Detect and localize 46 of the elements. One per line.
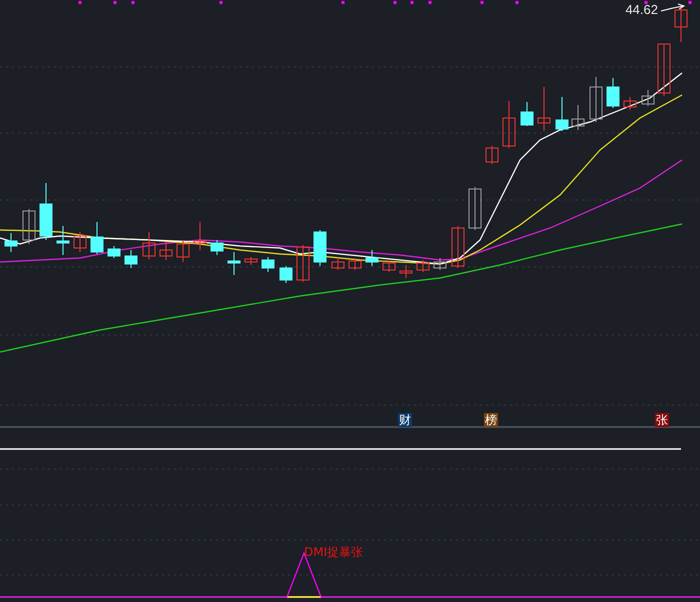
candlestick bbox=[400, 264, 412, 278]
candlestick bbox=[124, 250, 138, 268]
candlestick bbox=[538, 86, 550, 132]
candlestick bbox=[108, 246, 120, 258]
candlestick bbox=[674, 6, 688, 42]
candlestick bbox=[74, 232, 86, 252]
candlestick bbox=[468, 186, 482, 230]
candlestick bbox=[606, 78, 620, 108]
candlestick bbox=[366, 250, 378, 266]
candlestick bbox=[486, 146, 498, 164]
candlestick bbox=[90, 222, 104, 254]
candlestick bbox=[296, 244, 310, 282]
candlestick bbox=[244, 256, 258, 266]
candlestick bbox=[590, 76, 602, 122]
event-marker: 财 bbox=[398, 413, 412, 427]
candlestick bbox=[556, 96, 568, 132]
candlestick bbox=[56, 226, 70, 256]
candlestick bbox=[210, 240, 224, 256]
candlestick bbox=[22, 208, 36, 244]
price-label: 44.62 bbox=[625, 2, 658, 17]
candlestick bbox=[502, 100, 516, 148]
candlestick bbox=[40, 182, 52, 240]
candlestick bbox=[332, 258, 344, 270]
candlestick bbox=[262, 256, 274, 272]
candlestick bbox=[434, 258, 446, 270]
candlestick bbox=[382, 260, 396, 272]
event-marker: 张 bbox=[655, 413, 669, 427]
candlestick bbox=[658, 44, 670, 96]
candlestick bbox=[160, 242, 172, 260]
candlestick bbox=[228, 252, 240, 276]
event-marker: 榜 bbox=[484, 413, 498, 427]
pointer-arrow-icon bbox=[660, 4, 684, 12]
candlestick bbox=[176, 240, 190, 262]
candlestick bbox=[520, 102, 534, 126]
candlestick bbox=[452, 226, 464, 268]
candlestick bbox=[348, 258, 362, 270]
candlestick bbox=[194, 222, 206, 250]
candlestick bbox=[4, 232, 18, 252]
candlestick bbox=[642, 90, 654, 106]
candlestick bbox=[142, 232, 156, 260]
candlestick bbox=[416, 260, 430, 272]
signal-label: DMI捉暴张 bbox=[304, 545, 364, 559]
candlestick bbox=[572, 104, 584, 130]
candlestick bbox=[624, 96, 636, 110]
candlestick bbox=[280, 266, 292, 284]
candlestick bbox=[314, 230, 326, 266]
